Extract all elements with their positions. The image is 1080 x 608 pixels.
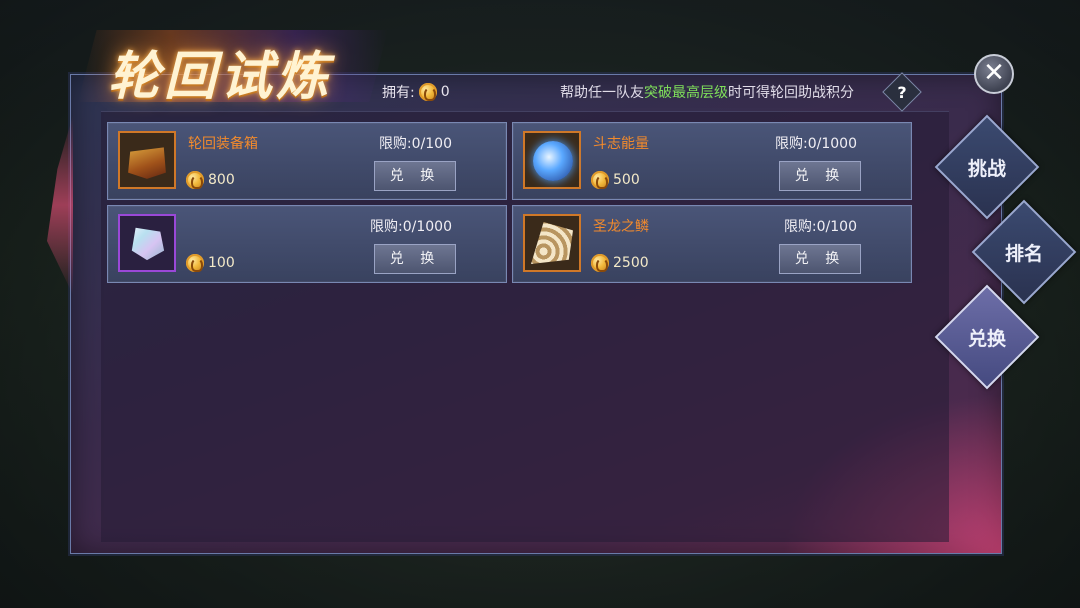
coin-icon (186, 254, 204, 272)
coin-icon (591, 171, 609, 189)
close-button[interactable]: ✕ (974, 54, 1014, 94)
item-limit: 限购:0/100 (783, 219, 857, 235)
hint-suffix: 时可得轮回助战积分 (728, 85, 854, 101)
hint-highlight: 突破最高层级 (644, 85, 728, 101)
item-price: 800 (186, 171, 235, 189)
question-icon: ? (897, 82, 907, 102)
price-value: 2500 (613, 255, 649, 271)
energy-orb-icon[interactable] (523, 131, 581, 189)
exchange-button[interactable]: 兑 换 (779, 161, 861, 191)
price-value: 100 (208, 255, 235, 271)
item-name: 轮回装备箱 (188, 136, 258, 152)
tab-label: 兑换 (967, 327, 1006, 350)
exchange-button[interactable]: 兑 换 (374, 161, 456, 191)
exchange-button[interactable]: 兑 换 (779, 244, 861, 274)
dragon-scale-icon[interactable] (523, 214, 581, 272)
price-value: 500 (613, 172, 640, 188)
item-name: 斗志能量 (593, 136, 649, 152)
coin-icon (591, 254, 609, 272)
coin-icon (186, 171, 204, 189)
coin-icon (418, 83, 437, 101)
hint-prefix: 帮助任一队友 (560, 85, 644, 101)
owned-points: 拥有: 0 (382, 82, 450, 102)
crystal-icon[interactable] (118, 214, 176, 272)
page-title: 轮回试炼 (108, 46, 333, 107)
shop-item: 圣龙之鳞 限购:0/100 2500 兑 换 (512, 205, 912, 283)
price-value: 800 (208, 172, 235, 188)
item-price: 500 (591, 171, 640, 189)
owned-label: 拥有: (382, 85, 415, 101)
item-limit: 限购:0/1000 (775, 136, 857, 152)
item-price: 100 (186, 254, 235, 272)
points-hint: 帮助任一队友突破最高层级时可得轮回助战积分 (560, 82, 854, 102)
tab-label: 排名 (1004, 242, 1043, 265)
item-price: 2500 (591, 254, 649, 272)
shop-item: 斗志能量 限购:0/1000 500 兑 换 (512, 122, 912, 200)
shop-item: 轮回装备箱 限购:0/100 800 兑 换 (107, 122, 507, 200)
item-limit: 限购:0/100 (378, 136, 452, 152)
item-limit: 限购:0/1000 (370, 219, 452, 235)
treasure-chest-icon[interactable] (118, 131, 176, 189)
item-name: 圣龙之鳞 (593, 219, 649, 235)
owned-value: 0 (440, 84, 450, 100)
tab-label: 挑战 (967, 157, 1006, 180)
exchange-button[interactable]: 兑 换 (374, 244, 456, 274)
shop-item: 限购:0/1000 100 兑 换 (107, 205, 507, 283)
close-icon: ✕ (983, 58, 1005, 88)
